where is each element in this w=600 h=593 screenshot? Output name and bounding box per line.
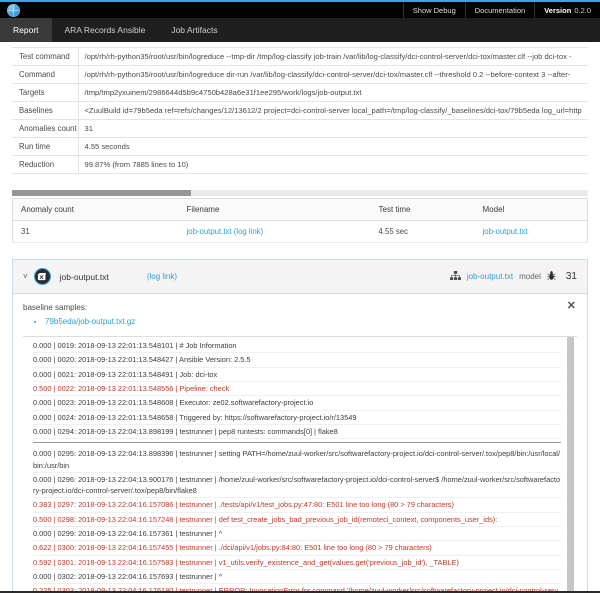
bug-count: 31 [566, 271, 577, 282]
info-value-run-time: 4.55 seconds [78, 138, 588, 156]
log-line: 0.000 | 0024: 2018-09-13 22:01:13.548658… [33, 411, 561, 425]
log-line: 0.000 | 0020: 2018-09-13 22:01:13.548427… [33, 353, 561, 367]
top-bar: Show Debug Documentation Version 0.2.0 [0, 0, 600, 18]
sitemap-icon [450, 271, 461, 282]
version-title: Version [544, 6, 571, 15]
log-vertical-scrollbar[interactable] [567, 337, 574, 593]
tab-strip: Report ARA Records Ansible Job Artifacts [0, 18, 600, 42]
info-value-baselines: <ZuulBuild id=79b5eda ref=refs/changes/1… [78, 102, 588, 120]
column-header-test-time: Test time [371, 199, 475, 221]
info-label-test-command: Test command [12, 48, 78, 66]
report-panel-header: ˅ job-output.txt (log link) [13, 260, 587, 294]
panel-model-link[interactable]: job-output.txt [467, 272, 513, 281]
log-line: 0.000 | 0019: 2018-09-13 22:01:13.548101… [33, 339, 561, 353]
show-debug-link[interactable]: Show Debug [403, 2, 465, 18]
tab-ara-records-ansible[interactable]: ARA Records Ansible [52, 18, 159, 42]
table-row: Targets /tmp/tmp2yxuinem/2986644d5b9c475… [12, 84, 588, 102]
log-line: 0.000 | 0296: 2018-09-13 22:04:13.900176… [33, 473, 561, 499]
documentation-link[interactable]: Documentation [465, 2, 534, 18]
log-line: 0.000 | 0302: 2018-09-13 22:04:16.157693… [33, 570, 561, 584]
version-number: 0.2.0 [574, 6, 591, 15]
table-row: Baselines <ZuulBuild id=79b5eda ref=refs… [12, 102, 588, 120]
tab-job-artifacts[interactable]: Job Artifacts [158, 18, 230, 42]
log-line: 0.000 | 0299: 2018-09-13 22:04:16.157361… [33, 527, 561, 541]
info-label-run-time: Run time [12, 138, 78, 156]
report-panel: ˅ job-output.txt (log link) [12, 259, 588, 593]
globe-icon [7, 4, 20, 17]
horizontal-scrollbar[interactable] [12, 190, 588, 196]
table-row: Test command /opt/rh/rh-python35/root/us… [12, 48, 588, 66]
table-row: 31 job-output.txt (log link) 4.55 sec jo… [13, 221, 588, 243]
log-line: 0.592 | 0301: 2018-09-13 22:04:16.157583… [33, 556, 561, 570]
column-header-anomaly-count: Anomaly count [13, 199, 179, 221]
info-value-anomalies-count: 31 [78, 120, 588, 138]
panel-title: job-output.txt [60, 272, 109, 282]
info-label-command: Command [12, 66, 78, 84]
topbar-spacer [26, 2, 403, 18]
report-panel-body: ✕ baseline samples: 79b5eda/job-output.t… [13, 294, 587, 593]
log-line: 0.622 | 0300: 2018-09-13 22:04:16.157455… [33, 541, 561, 555]
file-archive-icon[interactable] [34, 268, 51, 285]
baseline-sample-link[interactable]: 79b5eda/job-output.txt.gz [45, 317, 135, 326]
info-value-command: /opt/rh/rh-python35/root/usr/bin/logredu… [78, 66, 588, 84]
info-label-baselines: Baselines [12, 102, 78, 120]
log-line: 0.383 | 0297: 2018-09-13 22:04:16.157086… [33, 498, 561, 512]
info-value-targets: /tmp/tmp2yxuinem/2986644d5b9c4750b428a6e… [78, 84, 588, 102]
baseline-samples-list: 79b5eda/job-output.txt.gz [23, 316, 577, 327]
report-info-table: Test command /opt/rh/rh-python35/root/us… [12, 47, 588, 174]
info-value-reduction: 99.87% (from 7885 lines to 10) [78, 156, 588, 174]
column-header-model: Model [475, 199, 588, 221]
table-row: Command /opt/rh/rh-python35/root/usr/bin… [12, 66, 588, 84]
cell-anomaly-count: 31 [13, 221, 179, 243]
filename-log-link[interactable]: (log link) [234, 227, 263, 236]
log-line: 0.000 | 0295: 2018-09-13 22:04:13.898396… [33, 442, 561, 473]
table-row: Run time 4.55 seconds [12, 138, 588, 156]
info-value-test-command: /opt/rh/rh-python35/root/usr/bin/logredu… [78, 48, 588, 66]
panel-header-right: job-output.txt model 31 [450, 271, 577, 283]
table-header-row: Anomaly count Filename Test time Model [13, 199, 588, 221]
log-line: 0.500 | 0298: 2018-09-13 22:04:16.157248… [33, 513, 561, 527]
chevron-down-icon[interactable]: ˅ [23, 273, 28, 281]
log-line: 0.000 | 0294: 2018-09-13 22:04:13.898199… [33, 425, 561, 439]
list-item: 79b5eda/job-output.txt.gz [45, 316, 577, 327]
bug-icon [547, 271, 556, 283]
horizontal-scrollbar-thumb[interactable] [12, 190, 191, 196]
info-label-anomalies-count: Anomalies count [12, 120, 78, 138]
version-label: Version 0.2.0 [534, 2, 600, 18]
log-line: 0.000 | 0023: 2018-09-13 22:01:13.548608… [33, 396, 561, 410]
page-content: Test command /opt/rh/rh-python35/root/us… [0, 47, 600, 593]
log-viewer[interactable]: 0.000 | 0019: 2018-09-13 22:01:13.548101… [23, 336, 577, 593]
panel-model-suffix: model [519, 272, 541, 281]
cell-test-time: 4.55 sec [371, 221, 475, 243]
filename-link[interactable]: job-output.txt [187, 227, 232, 236]
anomaly-summary-table: Anomaly count Filename Test time Model 3… [12, 198, 588, 243]
log-vertical-scrollbar-thumb[interactable] [567, 337, 574, 593]
cell-model: job-output.txt [475, 221, 588, 243]
table-row: Anomalies count 31 [12, 120, 588, 138]
panel-log-link[interactable]: (log link) [147, 272, 177, 281]
tab-report[interactable]: Report [0, 18, 52, 42]
cell-filename: job-output.txt (log link) [179, 221, 371, 243]
brand-logo[interactable] [0, 2, 26, 18]
log-line: 0.500 | 0022: 2018-09-13 22:01:13.548556… [33, 382, 561, 396]
log-line: 0.000 | 0021: 2018-09-13 22:01:13.548491… [33, 368, 561, 382]
info-label-targets: Targets [12, 84, 78, 102]
close-icon[interactable]: ✕ [567, 301, 576, 312]
info-label-reduction: Reduction [12, 156, 78, 174]
model-link[interactable]: job-output.txt [483, 227, 528, 236]
baseline-samples-title: baseline samples: [23, 303, 577, 312]
log-line-list: 0.000 | 0019: 2018-09-13 22:01:13.548101… [23, 337, 577, 593]
table-row: Reduction 99.87% (from 7885 lines to 10) [12, 156, 588, 174]
column-header-filename: Filename [179, 199, 371, 221]
